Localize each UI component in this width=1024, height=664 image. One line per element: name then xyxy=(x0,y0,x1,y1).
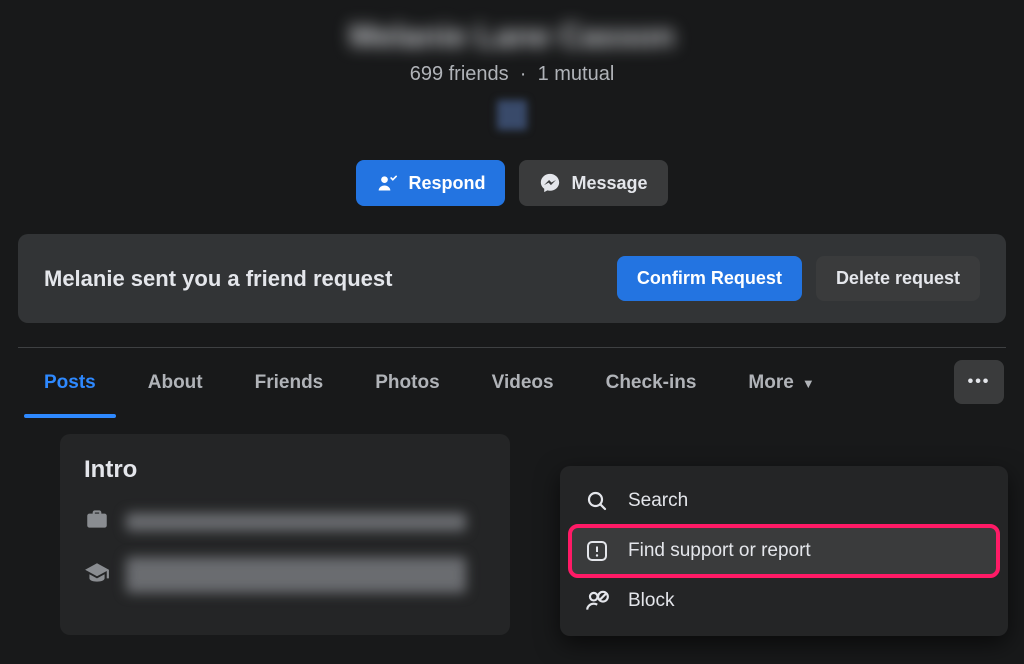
intro-card: Intro xyxy=(60,434,510,635)
more-label: More xyxy=(748,372,793,394)
briefcase-icon xyxy=(84,506,110,537)
menu-block-label: Block xyxy=(628,590,674,612)
tab-posts[interactable]: Posts xyxy=(18,348,122,416)
tab-more[interactable]: More ▼ xyxy=(722,348,840,416)
tab-friends[interactable]: Friends xyxy=(229,348,350,416)
profile-options-menu: Search Find support or report Block xyxy=(560,466,1008,636)
ellipsis-icon: ••• xyxy=(968,373,991,391)
menu-search-label: Search xyxy=(628,490,688,512)
menu-search[interactable]: Search xyxy=(570,476,998,526)
confirm-request-button[interactable]: Confirm Request xyxy=(617,256,802,301)
education-icon xyxy=(84,560,110,591)
ellipsis-button[interactable]: ••• xyxy=(954,360,1004,404)
message-label: Message xyxy=(571,173,647,194)
chevron-down-icon: ▼ xyxy=(802,376,815,391)
menu-find-support-report[interactable]: Find support or report xyxy=(570,526,998,576)
messenger-icon xyxy=(539,172,561,194)
message-button[interactable]: Message xyxy=(519,160,667,206)
profile-name: Melanie Lane Casson xyxy=(0,18,1024,55)
mutual-avatar[interactable] xyxy=(497,100,527,130)
profile-sub: 699 friends · 1 mutual xyxy=(0,63,1024,86)
mutual-count: 1 mutual xyxy=(538,63,615,85)
tab-about[interactable]: About xyxy=(122,348,229,416)
respond-button[interactable]: Respond xyxy=(356,160,505,206)
intro-education-text xyxy=(126,557,466,593)
block-icon xyxy=(584,588,610,614)
intro-title: Intro xyxy=(84,456,486,484)
menu-block[interactable]: Block xyxy=(570,576,998,626)
delete-label: Delete request xyxy=(836,268,960,289)
respond-label: Respond xyxy=(408,173,485,194)
confirm-label: Confirm Request xyxy=(637,268,782,289)
friend-respond-icon xyxy=(376,172,398,194)
tab-photos[interactable]: Photos xyxy=(349,348,465,416)
tab-checkins[interactable]: Check-ins xyxy=(580,348,723,416)
report-icon xyxy=(584,538,610,564)
friend-request-msg: Melanie sent you a friend request xyxy=(44,266,603,292)
delete-request-button[interactable]: Delete request xyxy=(816,256,980,301)
search-icon xyxy=(584,488,610,514)
intro-work-text xyxy=(126,513,466,531)
friends-count: 699 friends xyxy=(410,63,509,85)
intro-row-education xyxy=(84,557,486,593)
tab-videos[interactable]: Videos xyxy=(466,348,580,416)
friend-request-bar: Melanie sent you a friend request Confir… xyxy=(18,234,1006,323)
intro-row-work xyxy=(84,506,486,537)
menu-report-label: Find support or report xyxy=(628,540,811,562)
